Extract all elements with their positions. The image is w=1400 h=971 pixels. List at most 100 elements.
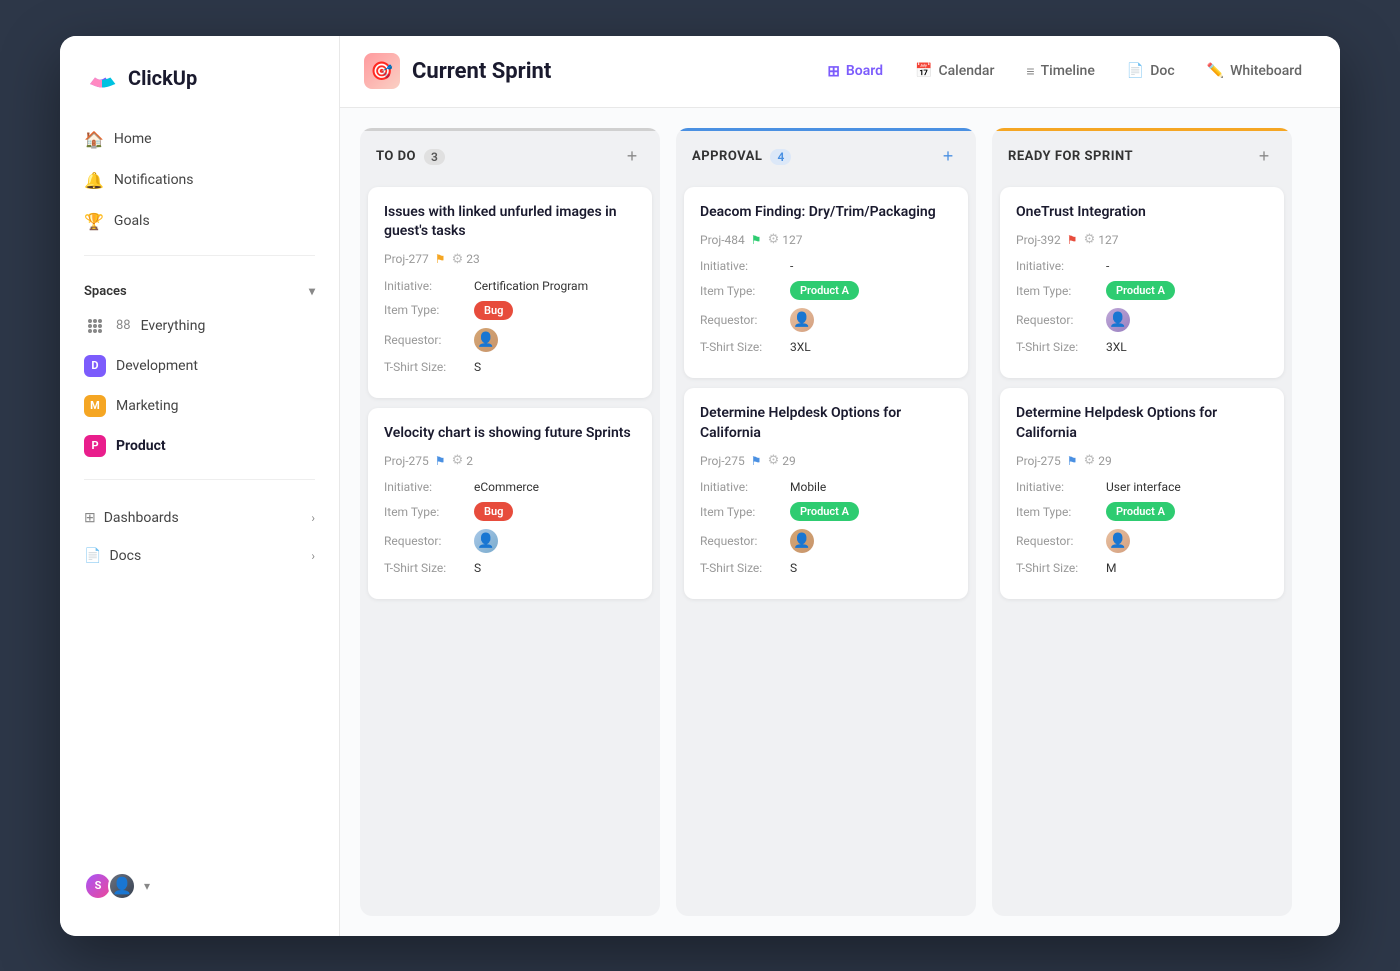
item-type-badge-4: Product A <box>790 502 859 521</box>
card-approval-1-item-type: Item Type: Product A <box>700 281 952 300</box>
timeline-icon: ≡ <box>1026 63 1034 80</box>
sidebar-item-goals[interactable]: 🏆 Goals <box>72 202 327 241</box>
docs-chevron: › <box>311 549 315 563</box>
flag-yellow-icon: ⚑ <box>435 252 446 266</box>
tshirt-value-5: 3XL <box>1106 340 1127 354</box>
column-todo-add-button[interactable]: + <box>620 145 644 169</box>
flag-green-icon: ⚑ <box>751 233 762 247</box>
tshirt-value-2: S <box>474 561 481 575</box>
product-dot: P <box>84 435 106 457</box>
initiative-label-2: Initiative: <box>384 480 474 494</box>
column-todo-header: TO DO 3 + <box>360 128 660 179</box>
requestor-label-2: Requestor: <box>384 534 474 548</box>
face-icon-3: 👤 <box>790 308 814 332</box>
face-icon-5: 👤 <box>1106 308 1130 332</box>
column-ready-add-button[interactable]: + <box>1252 145 1276 169</box>
card-todo-2: Velocity chart is showing future Sprints… <box>368 408 652 600</box>
everything-count: 88 <box>116 318 131 333</box>
requestor-label-3: Requestor: <box>700 313 790 327</box>
card-approval-1-proj: Proj-484 <box>700 233 745 247</box>
card-todo-2-meta: Proj-275 ⚑ ⚙ 2 <box>384 453 636 468</box>
item-type-label-5: Item Type: <box>1016 284 1106 298</box>
dashboards-left: ⊞ Dashboards <box>84 510 179 526</box>
sidebar-item-home[interactable]: 🏠 Home <box>72 120 327 159</box>
card-ready-2-proj: Proj-275 <box>1016 454 1061 468</box>
card-todo-2-proj: Proj-275 <box>384 454 429 468</box>
card-ready-2-initiative: Initiative: User interface <box>1016 480 1268 494</box>
column-ready-cards: OneTrust Integration Proj-392 ⚑ ⚙ 127 In… <box>992 179 1292 916</box>
column-approval: APPROVAL 4 + Deacom Finding: Dry/Trim/Pa… <box>676 128 976 916</box>
nav-calendar[interactable]: 📅 Calendar <box>901 55 1008 87</box>
requestor-label-6: Requestor: <box>1016 534 1106 548</box>
requestor-avatar-4: 👤 <box>790 529 814 553</box>
card-approval-2-proj: Proj-275 <box>700 454 745 468</box>
main-content: 🎯 Current Sprint ⊞ Board 📅 Calendar ≡ Ti… <box>340 36 1340 936</box>
item-type-label-6: Item Type: <box>1016 505 1106 519</box>
card-todo-1-points: ⚙ 23 <box>452 252 480 267</box>
sidebar-item-development[interactable]: D Development <box>72 347 327 385</box>
requestor-label-5: Requestor: <box>1016 313 1106 327</box>
column-ready-title: READY FOR SPRINT <box>1008 149 1133 164</box>
card-ready-1-meta: Proj-392 ⚑ ⚙ 127 <box>1016 232 1268 247</box>
column-todo: TO DO 3 + Issues with linked unfurled im… <box>360 128 660 916</box>
face-icon-6: 👤 <box>1106 529 1130 553</box>
sidebar-item-notifications[interactable]: 🔔 Notifications <box>72 161 327 200</box>
flag-blue-icon: ⚑ <box>435 454 446 468</box>
nav-doc[interactable]: 📄 Doc <box>1113 55 1189 87</box>
item-type-label-3: Item Type: <box>700 284 790 298</box>
card-todo-2-points: ⚙ 2 <box>452 453 473 468</box>
development-label: Development <box>116 358 198 374</box>
initiative-value-6: User interface <box>1106 480 1181 494</box>
footer-chevron[interactable]: ▾ <box>144 879 150 893</box>
sidebar-footer: S 👤 ▾ <box>60 860 339 912</box>
bell-icon: 🔔 <box>84 171 104 190</box>
card-approval-2-points: ⚙ 29 <box>768 453 796 468</box>
header-nav: ⊞ Board 📅 Calendar ≡ Timeline 📄 Doc ✏️ <box>813 54 1316 88</box>
nav-timeline[interactable]: ≡ Timeline <box>1012 55 1108 88</box>
card-approval-1: Deacom Finding: Dry/Trim/Packaging Proj-… <box>684 187 968 379</box>
sidebar-item-product[interactable]: P Product <box>72 427 327 465</box>
card-approval-2-item-type: Item Type: Product A <box>700 502 952 521</box>
column-approval-add-button[interactable]: + <box>936 145 960 169</box>
card-ready-2-meta: Proj-275 ⚑ ⚙ 29 <box>1016 453 1268 468</box>
chevron-down-icon[interactable]: ▾ <box>309 284 315 298</box>
tshirt-value: S <box>474 360 481 374</box>
sidebar-item-docs[interactable]: 📄 Docs › <box>72 538 327 574</box>
calendar-label: Calendar <box>938 63 994 79</box>
card-todo-1-tshirt: T-Shirt Size: S <box>384 360 636 374</box>
card-approval-2-points-val: 29 <box>782 454 796 468</box>
points-icon-3: ⚙ <box>768 232 780 247</box>
card-approval-1-requestor: Requestor: 👤 <box>700 308 952 332</box>
card-ready-2-requestor: Requestor: 👤 <box>1016 529 1268 553</box>
sidebar-divider <box>84 255 315 256</box>
card-todo-2-item-type: Item Type: Bug <box>384 502 636 521</box>
card-approval-1-tshirt: T-Shirt Size: 3XL <box>700 340 952 354</box>
nav-whiteboard[interactable]: ✏️ Whiteboard <box>1193 55 1316 87</box>
grid-icon <box>84 315 106 337</box>
doc-icon: 📄 <box>1127 63 1144 79</box>
sidebar-section: ⊞ Dashboards › 📄 Docs › <box>60 500 339 576</box>
sidebar-item-marketing[interactable]: M Marketing <box>72 387 327 425</box>
face-icon: 👤 <box>474 328 498 352</box>
product-label: Product <box>116 438 166 454</box>
column-approval-header-left: APPROVAL 4 <box>692 149 791 165</box>
sidebar-item-dashboards[interactable]: ⊞ Dashboards › <box>72 500 327 536</box>
nav-board[interactable]: ⊞ Board <box>813 54 897 88</box>
face-icon-4: 👤 <box>790 529 814 553</box>
initiative-value-5: - <box>1106 259 1109 273</box>
sidebar-item-everything[interactable]: 88 Everything <box>72 307 327 345</box>
card-todo-1-proj: Proj-277 <box>384 252 429 266</box>
card-ready-2-item-type: Item Type: Product A <box>1016 502 1268 521</box>
requestor-avatar-3: 👤 <box>790 308 814 332</box>
item-type-badge-2: Bug <box>474 502 513 521</box>
logo-area: ClickUp <box>60 60 339 120</box>
initiative-label-4: Initiative: <box>700 480 790 494</box>
tshirt-label-4: T-Shirt Size: <box>700 561 790 575</box>
app-container: ClickUp 🏠 Home 🔔 Notifications 🏆 Goals S… <box>60 36 1340 936</box>
docs-label: Docs <box>109 548 141 564</box>
card-ready-1-tshirt: T-Shirt Size: 3XL <box>1016 340 1268 354</box>
card-ready-2-points-val: 29 <box>1098 454 1112 468</box>
trophy-icon: 🏆 <box>84 212 104 231</box>
marketing-dot: M <box>84 395 106 417</box>
whiteboard-label: Whiteboard <box>1230 63 1302 79</box>
